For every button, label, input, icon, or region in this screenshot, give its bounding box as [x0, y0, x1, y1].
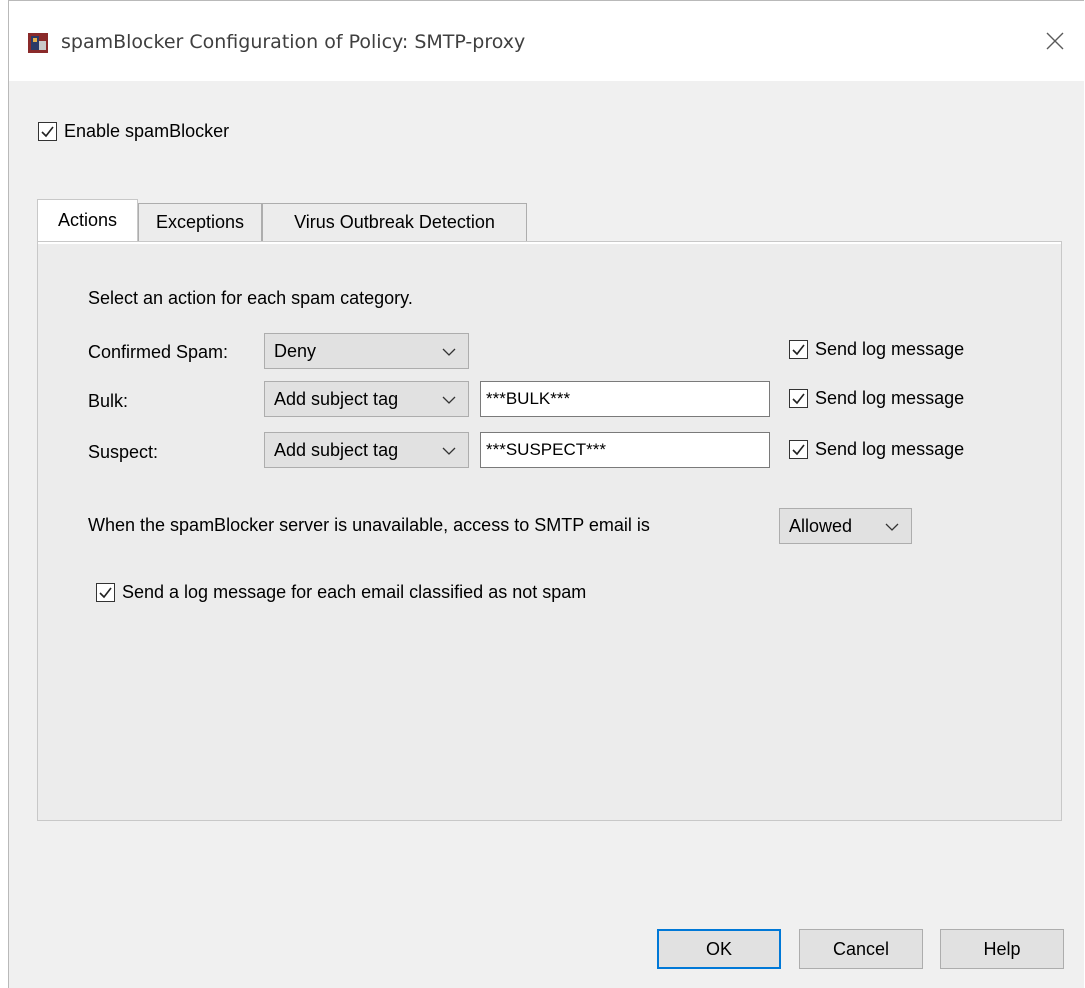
enable-spamblocker-label: Enable spamBlocker [64, 121, 230, 141]
suspect-subject-tag-input[interactable]: ***SUSPECT*** [480, 432, 770, 468]
help-button-label: Help [983, 938, 1021, 959]
tab-virus-outbreak-detection-label: Virus Outbreak Detection [294, 212, 495, 232]
server-unavailable-text: When the spamBlocker server is unavailab… [88, 515, 650, 535]
tab-actions[interactable]: Actions [37, 199, 138, 241]
suspect-action-value: Add subject tag [274, 439, 399, 460]
ok-button[interactable]: OK [657, 929, 781, 969]
bulk-action-select[interactable]: Add subject tag [264, 381, 469, 417]
confirmed-spam-action-value: Deny [274, 340, 317, 361]
chevron-down-icon [442, 447, 456, 455]
server-unavailable-value: Allowed [789, 515, 853, 536]
chevron-down-icon [442, 348, 456, 356]
tab-actions-label: Actions [57, 210, 118, 230]
close-icon [1046, 32, 1064, 50]
not-spam-log-label: Send a log message for each email classi… [122, 582, 587, 602]
checkbox-checked-icon[interactable] [789, 440, 808, 459]
bulk-subject-tag-input[interactable]: ***BULK*** [480, 381, 770, 417]
confirmed-spam-label: Confirmed Spam: [88, 342, 229, 362]
enable-spamblocker-checkbox[interactable]: Enable spamBlocker [38, 121, 229, 142]
bulk-log-label: Send log message [815, 388, 965, 408]
tab-exceptions[interactable]: Exceptions [138, 203, 262, 241]
chevron-down-icon [442, 396, 456, 404]
suspect-subject-tag-value: ***SUSPECT*** [486, 440, 606, 459]
suspect-log-checkbox[interactable]: Send log message [789, 439, 964, 460]
cancel-button-label: Cancel [832, 938, 890, 959]
checkbox-checked-icon[interactable] [789, 340, 808, 359]
window-title: spamBlocker Configuration of Policy: SMT… [61, 31, 526, 53]
confirmed-spam-log-checkbox[interactable]: Send log message [789, 339, 964, 360]
confirmed-spam-action-select[interactable]: Deny [264, 333, 469, 369]
ok-button-label: OK [705, 938, 732, 959]
firebox-app-icon [28, 33, 48, 53]
confirmed-spam-log-label: Send log message [815, 339, 965, 359]
checkbox-checked-icon[interactable] [96, 583, 115, 602]
suspect-log-label: Send log message [815, 439, 965, 459]
dialog-window: spamBlocker Configuration of Policy: SMT… [8, 0, 1084, 988]
title-bar: spamBlocker Configuration of Policy: SMT… [9, 1, 1084, 81]
bulk-subject-tag-value: ***BULK*** [486, 389, 571, 408]
close-button[interactable] [1039, 25, 1071, 57]
bulk-action-value: Add subject tag [274, 388, 399, 409]
help-button[interactable]: Help [940, 929, 1064, 969]
bulk-log-checkbox[interactable]: Send log message [789, 388, 964, 409]
cancel-button[interactable]: Cancel [799, 929, 923, 969]
suspect-action-select[interactable]: Add subject tag [264, 432, 469, 468]
checkbox-checked-icon[interactable] [789, 389, 808, 408]
suspect-label: Suspect: [88, 442, 159, 462]
not-spam-log-checkbox[interactable]: Send a log message for each email classi… [96, 582, 586, 603]
tab-exceptions-label: Exceptions [155, 212, 245, 232]
tab-virus-outbreak-detection[interactable]: Virus Outbreak Detection [262, 203, 527, 241]
actions-intro-text: Select an action for each spam category. [88, 288, 413, 308]
actions-tab-panel: Select an action for each spam category.… [37, 241, 1062, 821]
bulk-label: Bulk: [88, 391, 129, 411]
server-unavailable-select[interactable]: Allowed [779, 508, 912, 544]
checkbox-checked-icon[interactable] [38, 122, 57, 141]
chevron-down-icon [885, 523, 899, 531]
